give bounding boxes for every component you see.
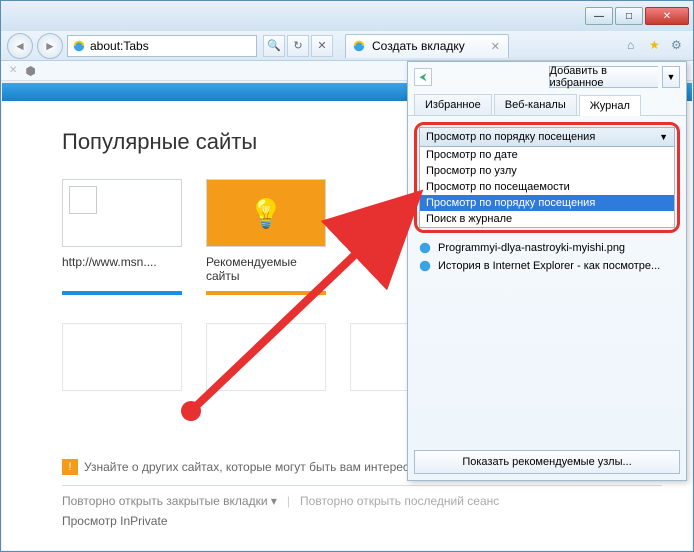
stop-button[interactable]: ✕ [311,35,333,57]
sort-selected: Просмотр по порядку посещения [426,131,595,143]
maximize-button[interactable]: □ [615,7,643,25]
browser-window: — □ ✕ ◄ ► about:Tabs 🔍 ↻ ✕ Создать вклад… [0,0,694,552]
toolbar: ◄ ► about:Tabs 🔍 ↻ ✕ Создать вкладку ✕ ⌂… [1,31,693,61]
history-item[interactable]: Programmyi-dlya-nastroyki-myishi.png [414,239,680,257]
tab-title: Создать вкладку [372,39,465,53]
tools-icon[interactable]: ⚙ [671,38,687,54]
sort-option[interactable]: Просмотр по дате [420,147,674,163]
tab-feeds[interactable]: Веб-каналы [494,94,577,115]
history-item-label: Programmyi-dlya-nastroyki-myishi.png [438,242,625,254]
home-icon[interactable]: ⌂ [627,38,643,54]
refresh-button[interactable]: ↻ [287,35,309,57]
tile-label: http://www.msn.... [62,255,182,283]
sort-option[interactable]: Поиск в журнале [420,211,674,227]
favorites-icon[interactable]: ★ [649,38,665,54]
pin-button[interactable]: ⮜ [414,68,432,86]
history-item[interactable]: История в Internet Explorer - как посмот… [414,257,680,275]
bulb-icon: ! [62,459,78,475]
tile-label: Рекомендуемые сайты [206,255,326,283]
tab-close-icon[interactable]: ✕ [491,40,500,53]
site-tile[interactable]: http://www.msn.... [62,179,182,295]
sort-option[interactable]: Просмотр по порядку посещения [420,195,674,211]
ie-icon [418,241,432,255]
history-item-label: История в Internet Explorer - как посмот… [438,260,660,272]
reopen-closed-link[interactable]: Повторно открыть закрытые вкладки ▾ [62,494,277,508]
tip-text: Узнайте о других сайтах, которые могут б… [84,460,424,474]
ie-icon [418,259,432,273]
sort-dropdown[interactable]: Просмотр по порядку посещения ▼ [419,127,675,147]
add-favorite-button[interactable]: Добавить в избранное [549,66,659,88]
inprivate-link[interactable]: Просмотр InPrivate [62,514,168,528]
tab-favorites[interactable]: Избранное [414,94,492,115]
sort-option[interactable]: Просмотр по посещаемости [420,179,674,195]
ie-icon [72,39,86,53]
empty-tile[interactable] [206,323,326,391]
close-button[interactable]: ✕ [645,7,689,25]
favorites-panel: ⮜ Добавить в избранное ▼ Избранное Веб-к… [407,61,687,481]
close-icon[interactable]: ✕ [9,65,17,76]
ie-icon [352,39,366,53]
panel-tabs: Избранное Веб-каналы Журнал [408,92,686,116]
minimize-button[interactable]: — [585,7,613,25]
shield-icon[interactable]: ⬢ [25,64,35,78]
sort-option[interactable]: Просмотр по узлу [420,163,674,179]
titlebar: — □ ✕ [1,1,693,31]
site-tile[interactable]: 💡 Рекомендуемые сайты [206,179,326,295]
reopen-last-link: Повторно открыть последний сеанс [300,494,499,508]
sort-dropdown-list: Просмотр по дате Просмотр по узлу Просмо… [419,147,675,228]
add-favorite-dropdown[interactable]: ▼ [662,66,680,88]
address-bar[interactable]: about:Tabs [67,35,257,57]
search-button[interactable]: 🔍 [263,35,285,57]
tab-history[interactable]: Журнал [579,95,641,116]
empty-tile[interactable] [62,323,182,391]
back-button[interactable]: ◄ [7,33,33,59]
address-text: about:Tabs [90,39,149,53]
sort-dropdown-highlight: Просмотр по порядку посещения ▼ Просмотр… [414,122,680,233]
browser-tab[interactable]: Создать вкладку ✕ [345,34,509,58]
forward-button[interactable]: ► [37,33,63,59]
chevron-down-icon: ▼ [659,132,668,142]
recommend-button[interactable]: Показать рекомендуемые узлы... [414,450,680,474]
